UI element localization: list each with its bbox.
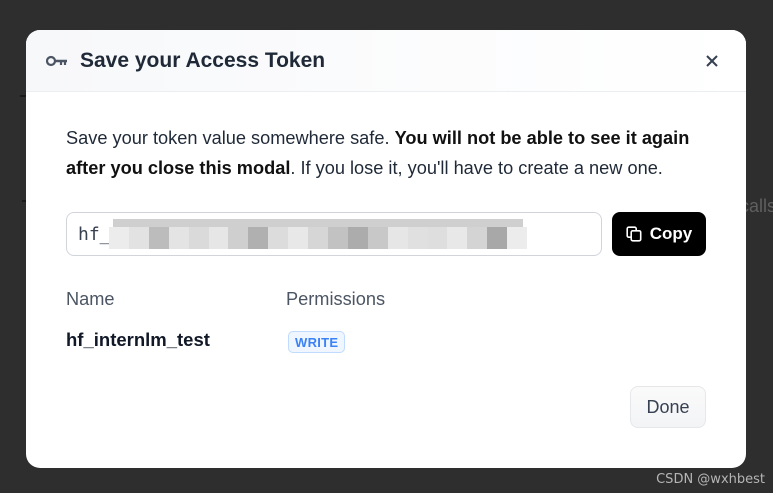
token-prefix: hf_: [78, 224, 111, 245]
column-header-permissions: Permissions: [286, 289, 386, 309]
column-header-name: Name: [66, 289, 115, 309]
token-field[interactable]: hf_: [66, 212, 602, 256]
close-icon: [706, 54, 718, 67]
copy-button-label: Copy: [649, 224, 693, 243]
message-text: Save your token value somewhere safe.: [66, 128, 395, 148]
token-redaction-mosaic: [109, 227, 528, 249]
copy-icon: [626, 226, 642, 242]
modal-header: Save your Access Token: [26, 30, 746, 92]
access-token-modal: Save your Access Token Save your token v…: [26, 30, 746, 468]
token-name: hf_internlm_test: [66, 329, 210, 350]
done-button[interactable]: Done: [630, 386, 706, 428]
key-icon: [45, 54, 68, 68]
close-button[interactable]: [698, 47, 726, 75]
modal-message: Save your token value somewhere safe. Yo…: [66, 123, 716, 183]
token-redaction-bar: [113, 219, 523, 227]
modal-title: Save your Access Token: [80, 48, 326, 72]
permission-badge: WRITE: [288, 331, 346, 353]
watermark: CSDN @wxhbest: [656, 472, 765, 487]
message-text-end: . If you lose it, you'll have to create …: [290, 158, 663, 178]
copy-button[interactable]: Copy: [612, 212, 706, 256]
